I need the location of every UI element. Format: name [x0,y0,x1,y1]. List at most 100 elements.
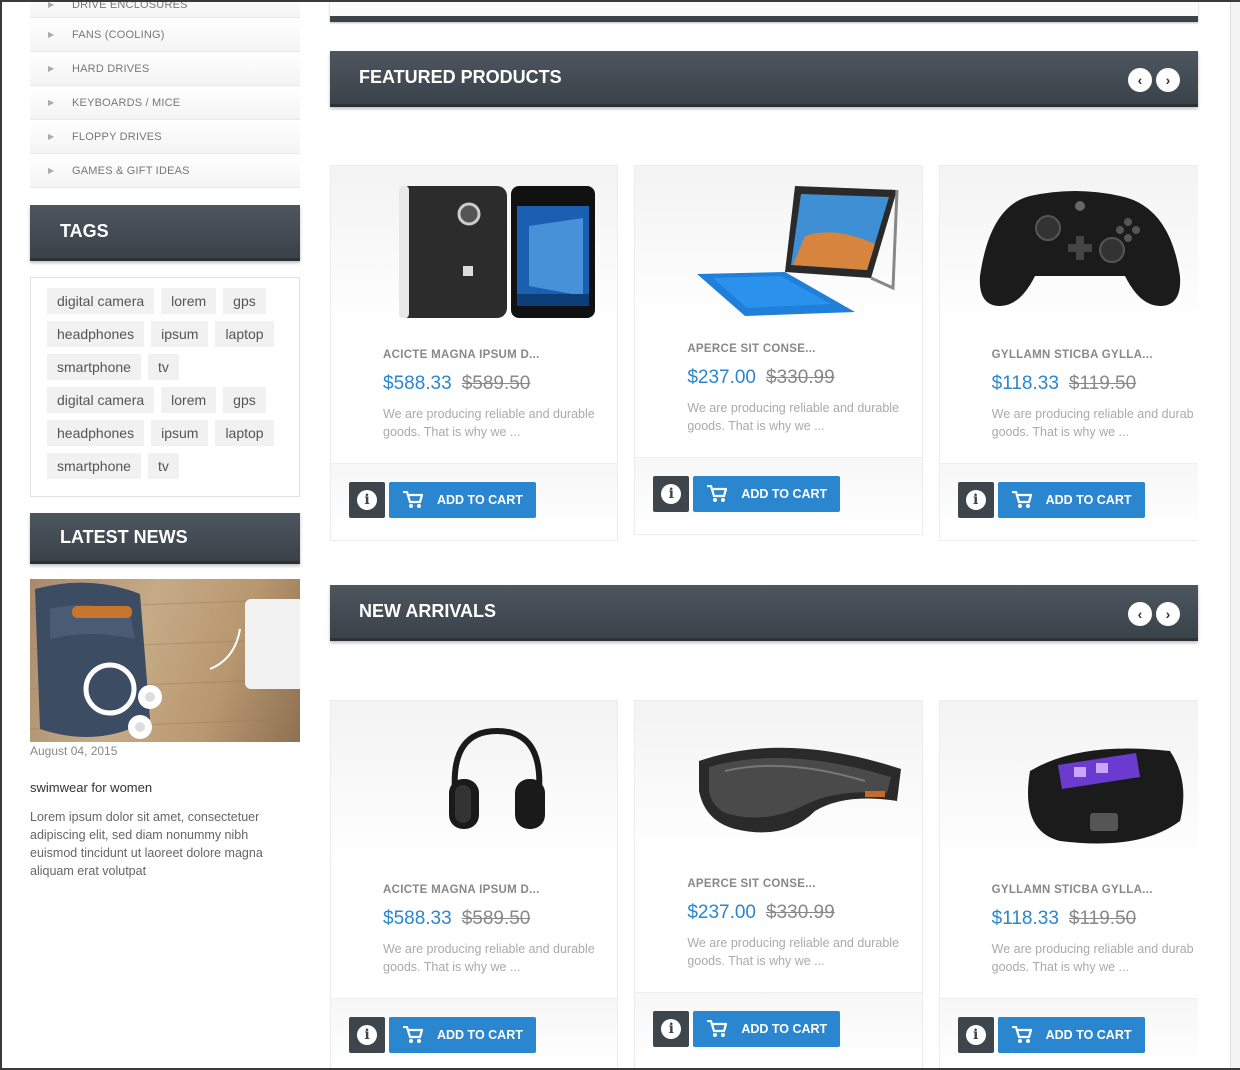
product-old-price: $589.50 [461,908,531,929]
add-to-cart-button[interactable]: ADD TO CART [693,1010,841,1047]
featured-product-list: ACICTE MAGNA IPSUM D... $588.33 $589.50 W… [330,165,1198,541]
vr-headset-image[interactable] [635,701,922,860]
tag[interactable]: laptop [215,420,274,446]
info-button[interactable]: i [349,1016,385,1053]
info-icon: i [357,1024,377,1045]
caret-right-icon: ▶ [48,132,55,141]
category-label: DRIVE ENCLOSURES [72,0,188,11]
add-to-cart-button[interactable]: ADD TO CART [693,475,841,512]
product-price: $118.33 [991,908,1059,929]
card-actions: i ADD TO CART [939,463,1198,535]
card-actions: i ADD TO CART [331,998,618,1070]
news-excerpt: Lorem ipsum dolor sit amet, consectetuer… [30,810,263,878]
info-button[interactable]: i [957,1016,994,1053]
tag[interactable]: laptop [215,321,274,347]
category-label: GAMES & GIFT IDEAS [72,164,190,177]
category-item[interactable]: ▶ GAMES & GIFT IDEAS [30,154,300,188]
product-desc-line2: goods. That is why we ... [687,419,825,433]
product-name[interactable]: GYLLAMN STICBA GYLLA... [940,349,1198,361]
chevron-left-icon[interactable]: ‹ [1128,68,1152,92]
category-item[interactable]: ▶ KEYBOARDS / MICE [30,86,300,120]
chevron-left-icon[interactable]: ‹ [1128,602,1152,626]
tag[interactable]: tv [147,354,179,380]
product-name[interactable]: ACICTE MAGNA IPSUM D... [331,349,617,361]
headphones-image[interactable] [331,701,618,866]
caret-right-icon: ▶ [48,98,55,107]
category-item[interactable]: ▶ FLOPPY DRIVES [30,120,300,154]
tag[interactable]: headphones [47,420,145,446]
tag[interactable]: headphones [47,321,145,347]
caret-right-icon: ▶ [48,0,55,9]
tag[interactable]: gps [223,288,266,314]
tag[interactable]: lorem [161,288,217,314]
tag[interactable]: smartphone [47,453,141,479]
cart-icon [389,490,437,509]
tag[interactable]: tv [147,453,179,479]
category-item[interactable]: ▶ DRIVE ENCLOSURES [30,0,300,18]
chevron-right-icon[interactable]: › [1156,602,1180,626]
category-item[interactable]: ▶ HARD DRIVES [30,52,300,86]
product-desc-line1: We are producing reliable and durab [991,942,1194,956]
carousel-nav: ‹ › [1128,68,1180,92]
product-desc-line1: We are producing reliable and durable [383,407,595,421]
news-image[interactable] [30,579,300,742]
tablet-image[interactable] [635,166,922,325]
caret-right-icon: ▶ [48,30,55,39]
product-name[interactable]: GYLLAMN STICBA GYLLA... [940,884,1198,896]
tag[interactable]: ipsum [151,321,209,347]
product-desc-line1: We are producing reliable and durab [991,407,1194,421]
category-label: KEYBOARDS / MICE [72,96,181,109]
smart-band-image[interactable] [939,701,1198,871]
cart-icon [389,1025,437,1044]
gamepad-image[interactable] [939,166,1198,331]
card-actions: i ADD TO CART [939,998,1198,1070]
add-to-cart-button[interactable]: ADD TO CART [997,1016,1145,1053]
product-name[interactable]: APERCE SIT CONSE... [635,343,921,355]
add-to-cart-button[interactable]: ADD TO CART [389,481,536,518]
product-card: ACICTE MAGNA IPSUM D... $588.33 $589.50 W… [330,700,619,1070]
page-scrollbar[interactable] [1230,0,1240,1070]
info-button[interactable]: i [653,475,690,512]
tag[interactable]: smartphone [47,354,141,380]
info-icon: i [357,489,377,510]
new-arrivals-heading: NEW ARRIVALS ‹ › [330,585,1198,641]
info-button[interactable]: i [349,481,385,518]
product-price: $588.33 [383,373,452,394]
section-title: NEW ARRIVALS [359,601,496,621]
add-to-cart-button[interactable]: ADD TO CART [389,1016,536,1053]
product-desc-line1: We are producing reliable and durable [383,942,595,956]
info-button[interactable]: i [957,481,994,518]
chevron-right-icon[interactable]: › [1156,68,1180,92]
product-desc-line2: goods. That is why we ... [687,954,825,968]
info-button[interactable]: i [653,1010,690,1047]
category-list: ▶ DRIVE ENCLOSURES ▶ FANS (COOLING) ▶ HARD … [30,0,300,188]
info-icon: i [965,489,986,510]
main-content: FEATURED PRODUCTS ‹ › ACICTE MAGNA IPSUM… [330,0,1198,1070]
product-card: GYLLAMN STICBA GYLLA... $118.33 $119.50 W… [938,165,1198,541]
phone-image[interactable] [331,166,618,331]
product-desc-line2: goods. That is why we ... [383,960,521,974]
info-icon: i [661,1018,682,1039]
add-to-cart-button[interactable]: ADD TO CART [997,481,1145,518]
product-price: $588.33 [383,908,452,929]
caret-right-icon: ▶ [48,64,55,73]
tag[interactable]: digital camera [47,288,155,314]
tag[interactable]: ipsum [151,420,209,446]
tag[interactable]: digital camera [47,387,155,413]
category-item[interactable]: ▶ FANS (COOLING) [30,18,300,52]
top-banner-edge [330,0,1198,22]
tag[interactable]: lorem [161,387,217,413]
product-card: ACICTE MAGNA IPSUM D... $588.33 $589.50 W… [330,165,619,541]
add-to-cart-label: ADD TO CART [437,492,523,507]
news-title[interactable]: swimwear for women [30,780,300,795]
product-name[interactable]: ACICTE MAGNA IPSUM D... [331,884,617,896]
product-price: $237.00 [687,367,756,388]
product-price: $118.33 [991,373,1059,394]
product-old-price: $330.99 [766,367,835,388]
product-name[interactable]: APERCE SIT CONSE... [635,878,921,890]
latest-news-heading: LATEST NEWS [30,513,300,564]
card-actions: i ADD TO CART [635,457,922,529]
info-icon: i [661,483,682,504]
tag[interactable]: gps [223,387,266,413]
info-icon: i [965,1024,986,1045]
